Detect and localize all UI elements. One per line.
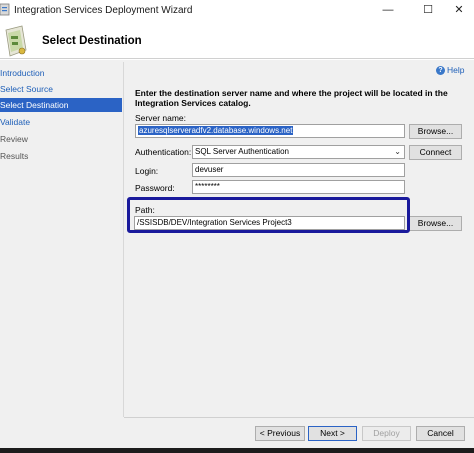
maximize-button[interactable]: ☐ (413, 0, 443, 20)
minimize-button[interactable]: — (373, 0, 403, 20)
sidebar-item-validate[interactable]: Validate (0, 115, 122, 129)
authentication-label: Authentication: (135, 147, 192, 157)
server-name-input[interactable]: azuresqlserveradfv2.database.windows.net (135, 124, 405, 138)
connect-button[interactable]: Connect (409, 145, 462, 160)
cancel-button[interactable]: Cancel (416, 426, 465, 441)
close-button[interactable]: ✕ (444, 0, 474, 20)
help-icon: ? (436, 66, 445, 76)
taskbar-strip (0, 448, 474, 453)
authentication-value: SQL Server Authentication (195, 147, 289, 156)
path-highlight-box (127, 197, 410, 233)
instruction-text: Enter the destination server name and wh… (135, 88, 448, 108)
sidebar-item-results: Results (0, 151, 29, 161)
authentication-select[interactable]: SQL Server Authentication ⌄ (192, 145, 405, 159)
browse-path-button[interactable]: Browse... (409, 216, 462, 231)
deployment-wizard-icon (5, 25, 27, 57)
sidebar-item-select-source[interactable]: Select Source (0, 82, 122, 96)
window-title: Integration Services Deployment Wizard (14, 5, 193, 16)
browse-server-button[interactable]: Browse... (409, 124, 462, 139)
footer-divider (124, 417, 474, 418)
title-bar: Integration Services Deployment Wizard —… (0, 0, 474, 22)
help-label: Help (447, 65, 465, 75)
chevron-down-icon: ⌄ (394, 147, 401, 156)
help-link[interactable]: ? Help (436, 65, 464, 77)
next-button[interactable]: Next > (308, 426, 357, 441)
wizard-steps-sidebar: Introduction Select Source Select Destin… (0, 62, 122, 417)
sidebar-item-introduction[interactable]: Introduction (0, 66, 122, 80)
password-label: Password: (135, 183, 175, 193)
login-label: Login: (135, 166, 159, 176)
sidebar-item-select-destination[interactable]: Select Destination (0, 98, 122, 112)
password-input[interactable]: ******** (192, 180, 405, 194)
server-name-value: azuresqlserveradfv2.database.windows.net (138, 126, 294, 135)
login-value: devuser (195, 165, 224, 174)
password-value: ******** (195, 182, 220, 191)
previous-button[interactable]: < Previous (255, 426, 305, 441)
deploy-button: Deploy (362, 426, 411, 441)
page-title: Select Destination (42, 35, 142, 47)
wizard-header: Select Destination (0, 22, 474, 59)
app-icon (0, 3, 10, 16)
sidebar-item-review: Review (0, 134, 28, 144)
login-input[interactable]: devuser (192, 163, 405, 177)
server-name-label: Server name: (135, 113, 187, 123)
sidebar-divider (123, 62, 124, 417)
